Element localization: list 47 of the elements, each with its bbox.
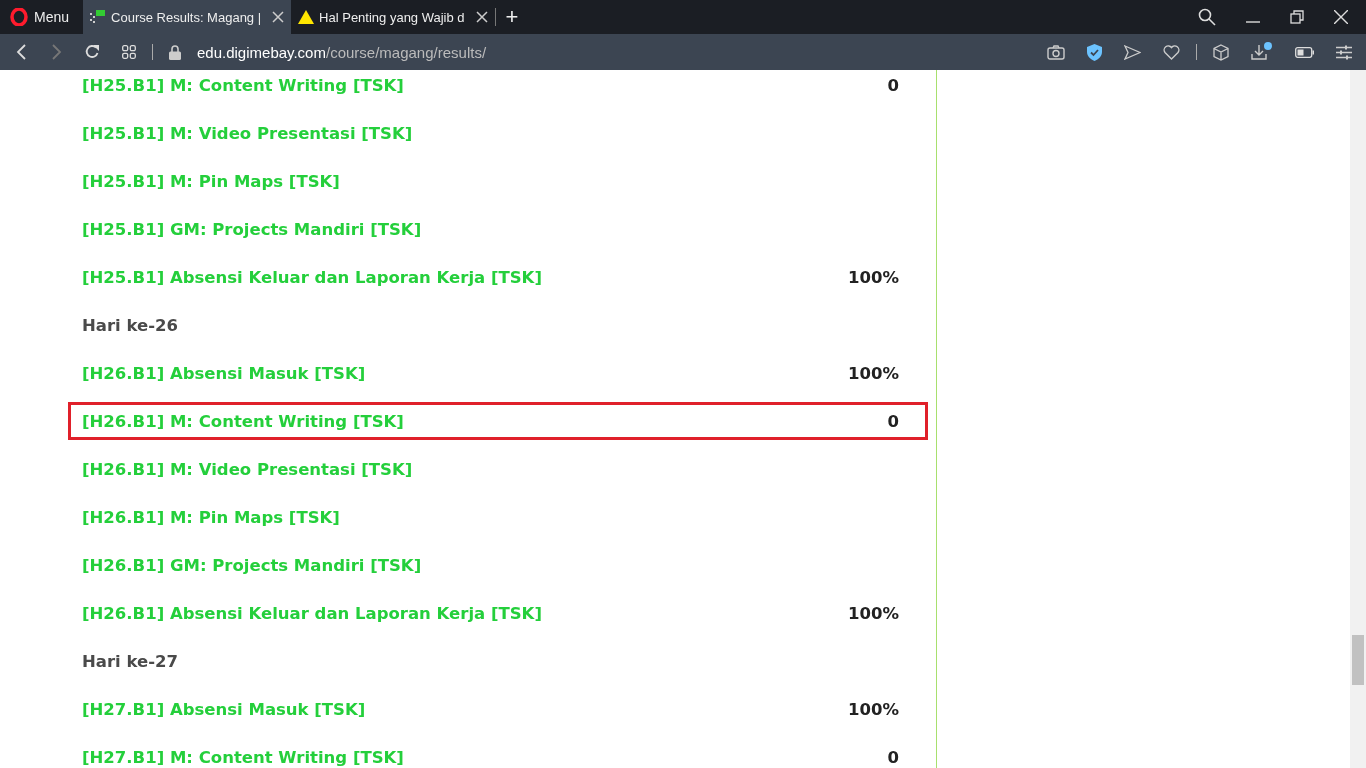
task-link[interactable]: [H26.B1] M: Pin Maps [TSK] [82,507,340,527]
scrollbar-thumb[interactable] [1352,635,1364,685]
cube-icon[interactable] [1213,43,1229,61]
close-icon[interactable] [1334,10,1348,24]
task-link[interactable]: [H25.B1] GM: Projects Mandiri [TSK] [82,219,422,239]
task-link[interactable]: [H26.B1] M: Video Presentasi [TSK] [82,459,413,479]
task-link[interactable]: [H27.B1] Absensi Masuk [TSK] [82,699,366,719]
task-link[interactable]: [H27.B1] M: Content Writing [TSK] [82,747,404,767]
menu-button[interactable]: Menu [0,0,84,34]
tabs-grid-icon[interactable] [122,45,136,59]
task-score: 0 [887,411,899,431]
task-link[interactable]: [H26.B1] Absensi Keluar dan Laporan Kerja [TSK] [82,603,542,623]
close-tab-icon[interactable] [272,11,285,23]
task-link[interactable]: [H25.B1] M: Video Presentasi [TSK] [82,123,413,143]
new-tab-button[interactable]: + [494,8,529,26]
task-link[interactable]: [H25.B1] Absensi Keluar dan Laporan Kerja [TSK] [82,267,542,287]
day-heading: Hari ke-27 [82,651,178,671]
shield-check-icon[interactable] [1087,43,1102,61]
close-tab-icon[interactable] [475,11,488,23]
settings-icon[interactable] [1336,44,1352,60]
browser-logo-icon [10,8,28,26]
download-icon[interactable] [1251,42,1273,62]
camera-icon[interactable] [1047,44,1065,60]
task-score: 0 [887,75,899,95]
task-score: 100% [848,267,899,287]
heart-icon[interactable] [1163,44,1180,60]
battery-icon[interactable] [1295,46,1314,58]
task-link[interactable]: [H25.B1] M: Pin Maps [TSK] [82,171,340,191]
task-link[interactable]: [H25.B1] M: Content Writing [TSK] [82,75,404,95]
back-icon[interactable] [16,44,28,60]
search-icon[interactable] [1198,8,1216,26]
warning-icon [298,10,315,24]
address-field[interactable]: edu.digimebay.com/course/magang/results/ [197,43,487,61]
task-link[interactable]: [H26.B1] Absensi Masuk [TSK] [82,363,366,383]
reload-icon[interactable] [84,44,100,60]
site-favicon-icon [90,10,107,24]
day-heading: Hari ke-26 [82,315,178,335]
lock-icon[interactable] [169,44,181,60]
task-score: 100% [848,603,899,623]
task-link[interactable]: [H26.B1] M: Content Writing [TSK] [82,411,404,431]
browser-tab[interactable]: Course Results: Magang | [83,0,292,34]
restore-icon[interactable] [1290,10,1304,24]
send-icon[interactable] [1124,44,1141,60]
task-score: 100% [848,699,899,719]
task-score: 100% [848,363,899,383]
task-link[interactable]: [H26.B1] GM: Projects Mandiri [TSK] [82,555,422,575]
task-score: 0 [887,747,899,767]
